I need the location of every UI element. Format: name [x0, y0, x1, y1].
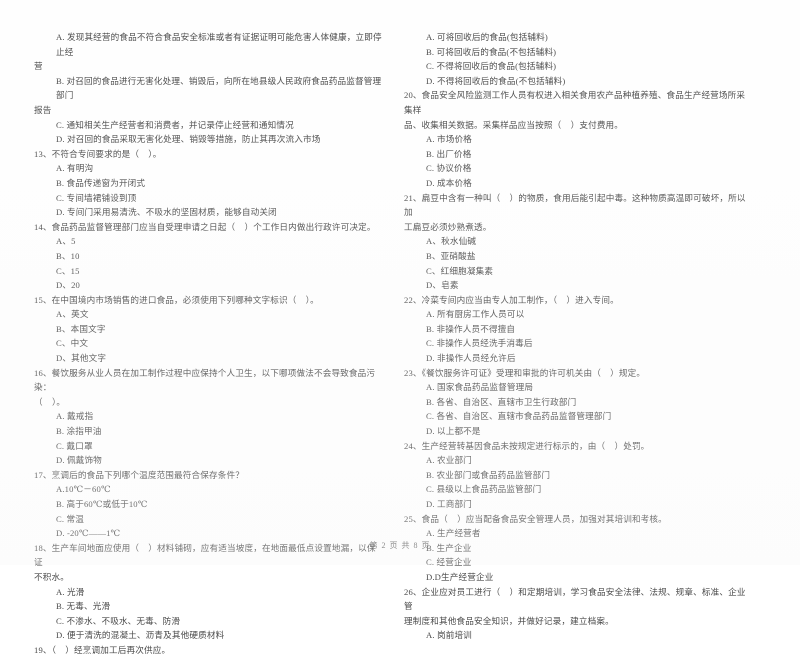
question-line: 24、生产经营转基因食品未按规定进行标示的，由（ ）处罚。: [404, 440, 650, 451]
continuation-line: 报告: [34, 104, 52, 115]
option-line: A. 所有厨房工作人员可以: [426, 309, 525, 320]
option-line: B. 涂指甲油: [56, 426, 102, 437]
option-line: A. 光滑: [56, 586, 85, 597]
question-line: 25、食品（ ）应当配备食品安全管理人员，加强对其培训和考核。: [404, 513, 667, 524]
question-line: 17、烹调后的食品下列哪个温度范围最符合保存条件？: [34, 469, 245, 480]
option-line: A. 国家食品药品监督管理局: [426, 382, 534, 393]
option-line: D. 便于清洗的混凝土、沥青及其他硬质材料: [56, 630, 225, 641]
option-line: B. 对召回的食品进行无害化处理、销毁后，向所在地县级人民政府食品药品监督管理部…: [56, 75, 382, 101]
option-line: A. 市场价格: [426, 134, 472, 145]
option-line: D、20: [56, 280, 80, 291]
option-line: A、秋水仙碱: [426, 236, 477, 247]
option-line: A、5: [56, 236, 76, 247]
option-line: B. 无毒、光滑: [56, 601, 111, 612]
option-line: A.10℃－60℃: [56, 484, 111, 495]
option-line: D. 工商部门: [426, 499, 472, 509]
option-line: A. 生产经营者: [426, 528, 481, 539]
option-line: C. 非操作人员经洗手消毒后: [426, 338, 533, 349]
continuation-line: 营: [34, 61, 43, 72]
option-line: B. 可将回收后的食品(不包括辅料): [426, 46, 557, 57]
option-line: B. 各省、自治区、直辖市卫生行政部门: [426, 396, 577, 407]
option-line: D. 不得将回收后的食品(不包括辅料): [426, 75, 566, 86]
option-line: A. 农业部门: [426, 455, 472, 466]
left-text-column: A. 发现其经营的食品不符合食品安全标准或者有证据证明可能危害人体健康，立即停止…: [34, 30, 382, 658]
option-line: C. 不渗水、不吸水、无毒、防滑: [56, 615, 181, 626]
option-line: C. 协议价格: [426, 163, 472, 174]
question-line: 23、《餐饮服务许可证》受理和审批的许可机关由（ ）规定。: [404, 367, 646, 378]
question-line: 22、冷菜专间内应当由专人加工制作，（ ）进入专间。: [404, 294, 619, 305]
question-line: 19、（ ）经烹调加工后再次供应。: [34, 644, 171, 655]
two-column-body: A. 发现其经营的食品不符合食品安全标准或者有证据证明可能危害人体健康，立即停止…: [34, 30, 766, 655]
option-line: A. 可将回收后的食品(包括辅料): [426, 32, 548, 42]
option-line: A. 岗前培训: [426, 630, 472, 641]
option-line: B、亚硝酸盐: [426, 250, 476, 261]
continuation-line: 工扁豆必须炒熟煮透。: [404, 221, 492, 232]
continuation-line: （ ）。: [34, 396, 66, 407]
option-line: B. 高于60℃或低于10℃: [56, 499, 148, 509]
option-line: D、其他文字: [56, 353, 107, 364]
option-line: C. 戴口罩: [56, 440, 93, 451]
question-line: 20、食品安全风险监测工作人员有权进入相关食用农产品种植养殖、食品生产经营场所采…: [404, 90, 746, 115]
option-line: B、本国文字: [56, 323, 106, 334]
continuation-line: 不积水。: [34, 571, 69, 582]
option-line: C. 不得将回收后的食品(包括辅料): [426, 61, 557, 72]
question-line: 14、食品药品监督管理部门应当自受理申请之日起（ ）个工作日内做出行政许可决定。: [34, 221, 376, 232]
option-line: D. 非操作人员经允许后: [426, 353, 516, 364]
option-line: C、15: [56, 265, 80, 276]
continuation-line: 品、收集相关数据。采集样品应当按照（ ）支付费用。: [404, 119, 624, 130]
option-line: B. 非操作人员不得擅自: [426, 323, 516, 334]
option-line: D. 佩戴饰物: [56, 455, 102, 466]
option-line: C、中文: [56, 338, 89, 349]
option-line: C. 专间墙裙铺设到顶: [56, 192, 137, 203]
option-line: B、10: [56, 250, 80, 261]
option-line: C. 常温: [56, 513, 84, 524]
option-line: B. 农业部门或食品药品监管部门: [426, 469, 551, 480]
option-line: A. 发现其经营的食品不符合食品安全标准或者有证据证明可能危害人体健康，立即停止…: [56, 32, 382, 57]
option-line: A. 戴戒指: [56, 411, 94, 422]
question-line: 15、在中国境内市场销售的进口食品，必须使用下列哪种文字标识（ ）。: [34, 294, 319, 305]
option-line: D.D生产经营企业: [426, 571, 494, 582]
option-line: D. -20℃——1℃: [56, 528, 121, 539]
exam-page: A. 发现其经营的食品不符合食品安全标准或者有证据证明可能危害人体健康，立即停止…: [0, 0, 800, 655]
page-footer: 第 2 页 共 8 页: [369, 541, 431, 550]
option-line: B. 出厂价格: [426, 148, 472, 159]
option-line: D. 对召回的食品采取无害化处理、销毁等措施，防止其再次流入市场: [56, 134, 321, 145]
option-line: D. 专间门采用易清洗、不吸水的坚固材质，能够自动关闭: [56, 207, 277, 218]
question-line: 13、不符合专间要求的是（ ）。: [34, 148, 162, 159]
option-line: C. 县级以上食品药品监管部门: [426, 484, 542, 495]
question-line: 21、扁豆中含有一种叫（ ）的物质，食用后能引起中毒。这种物质高温即可破坏，所以…: [404, 192, 746, 218]
continuation-line: 理制度和其他食品安全知识，并做好记录，建立档案。: [404, 615, 614, 626]
option-line: D、皂素: [426, 280, 459, 291]
option-line: D. 以上都不是: [426, 426, 481, 437]
question-line: 16、餐饮服务从业人员在加工制作过程中应保持个人卫生，以下哪项做法不会导致食品污…: [34, 367, 376, 393]
option-line: C. 经营企业: [426, 557, 472, 568]
option-line: C. 各省、自治区、直辖市食品药品监督管理部门: [426, 411, 612, 422]
option-line: A、英文: [56, 309, 89, 320]
option-line: A. 有明沟: [56, 163, 94, 174]
option-line: C. 通知相关生产经营者和消费者，并记录停止经营和通知情况: [56, 119, 294, 130]
question-line: 26、企业应对员工进行（ ）和定期培训，学习食品安全法律、法规、规章、标准、企业…: [404, 586, 746, 612]
option-line: B. 食品传递窗为开闭式: [56, 177, 146, 188]
option-line: C、红细胞凝集素: [426, 265, 494, 276]
option-line: D. 成本价格: [426, 177, 472, 188]
